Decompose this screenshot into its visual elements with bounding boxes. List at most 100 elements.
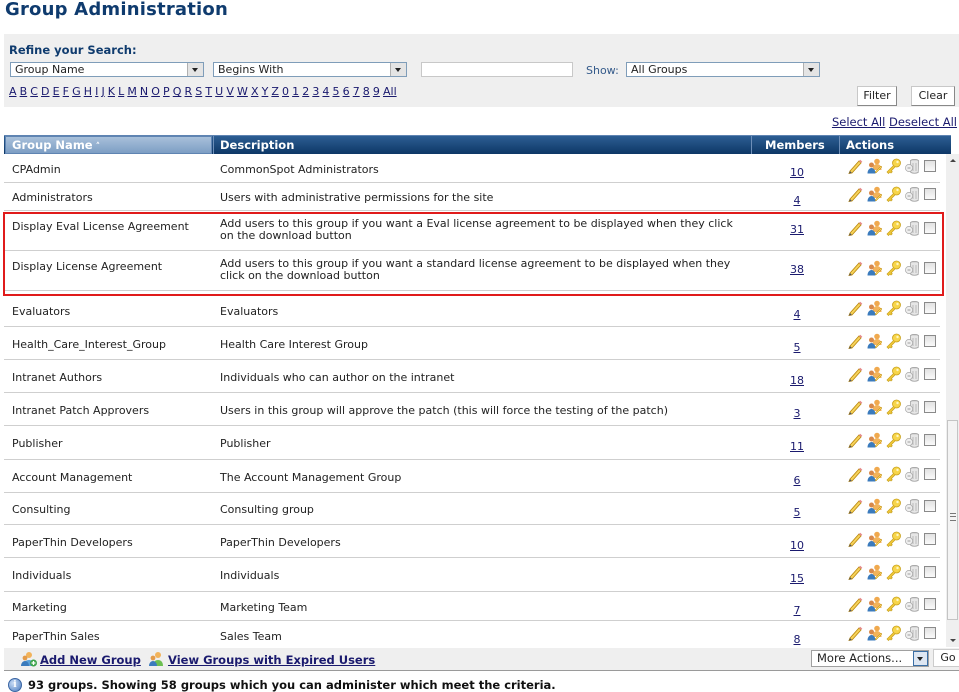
row-checkbox[interactable] <box>924 222 936 234</box>
row-checkbox[interactable] <box>924 368 936 380</box>
row-checkbox[interactable] <box>924 598 936 610</box>
column-header-group-name[interactable]: Group Name ˄ <box>5 136 212 154</box>
alpha-link-s[interactable]: S <box>195 85 202 98</box>
chevron-down-icon[interactable] <box>803 63 819 76</box>
permissions-key-icon[interactable] <box>885 531 902 547</box>
manage-members-icon[interactable] <box>866 158 883 174</box>
edit-pencil-icon[interactable] <box>847 260 864 277</box>
field-select[interactable]: Group Name <box>10 62 204 77</box>
delete-trash-icon[interactable] <box>904 596 921 612</box>
members-link[interactable]: 31 <box>790 223 804 236</box>
alpha-link-n[interactable]: N <box>140 85 148 98</box>
column-header-members[interactable]: Members <box>759 136 839 154</box>
manage-members-icon[interactable] <box>866 399 883 415</box>
manage-members-icon[interactable] <box>866 220 883 236</box>
column-header-description[interactable]: Description <box>214 136 751 154</box>
row-checkbox[interactable] <box>924 302 936 314</box>
delete-trash-icon[interactable] <box>904 366 921 382</box>
permissions-key-icon[interactable] <box>885 399 902 415</box>
alpha-link-1[interactable]: 1 <box>292 85 299 98</box>
row-checkbox[interactable] <box>924 188 936 200</box>
alpha-link-0[interactable]: 0 <box>282 85 289 98</box>
delete-trash-icon[interactable] <box>904 260 921 276</box>
scroll-up-arrow-icon[interactable] <box>946 154 959 168</box>
row-checkbox[interactable] <box>924 434 936 446</box>
manage-members-icon[interactable] <box>866 498 883 514</box>
delete-trash-icon[interactable] <box>904 466 921 482</box>
show-select[interactable]: All Groups <box>626 62 820 77</box>
permissions-key-icon[interactable] <box>885 366 902 382</box>
alpha-link-v[interactable]: V <box>226 85 234 98</box>
members-link[interactable]: 10 <box>790 166 804 179</box>
alpha-link-m[interactable]: M <box>127 85 137 98</box>
alpha-link-u[interactable]: U <box>215 85 223 98</box>
edit-pencil-icon[interactable] <box>847 625 864 642</box>
members-link[interactable]: 11 <box>790 440 804 453</box>
row-checkbox[interactable] <box>924 401 936 413</box>
alpha-link-p[interactable]: P <box>163 85 170 98</box>
members-link[interactable]: 6 <box>794 474 801 487</box>
alpha-link-g[interactable]: G <box>72 85 81 98</box>
edit-pencil-icon[interactable] <box>847 366 864 383</box>
permissions-key-icon[interactable] <box>885 498 902 514</box>
row-checkbox[interactable] <box>924 468 936 480</box>
row-checkbox[interactable] <box>924 566 936 578</box>
alpha-link-f[interactable]: F <box>63 85 69 98</box>
manage-members-icon[interactable] <box>866 186 883 202</box>
alpha-link-4[interactable]: 4 <box>322 85 329 98</box>
alpha-link-h[interactable]: H <box>84 85 92 98</box>
permissions-key-icon[interactable] <box>885 333 902 349</box>
delete-trash-icon[interactable] <box>904 399 921 415</box>
alpha-link-z[interactable]: Z <box>271 85 279 98</box>
delete-trash-icon[interactable] <box>904 498 921 514</box>
filter-button[interactable]: Filter <box>857 86 897 106</box>
select-all-link[interactable]: Select All <box>832 115 885 129</box>
alpha-link-7[interactable]: 7 <box>353 85 360 98</box>
edit-pencil-icon[interactable] <box>847 186 864 203</box>
match-select[interactable]: Begins With <box>213 62 407 77</box>
alpha-link-l[interactable]: L <box>118 85 124 98</box>
edit-pencil-icon[interactable] <box>847 333 864 350</box>
edit-pencil-icon[interactable] <box>847 531 864 548</box>
manage-members-icon[interactable] <box>866 596 883 612</box>
table-scrollbar[interactable] <box>946 154 959 647</box>
alpha-link-k[interactable]: K <box>108 85 115 98</box>
row-checkbox[interactable] <box>924 533 936 545</box>
alpha-link-w[interactable]: W <box>237 85 248 98</box>
manage-members-icon[interactable] <box>866 432 883 448</box>
delete-trash-icon[interactable] <box>904 186 921 202</box>
members-link[interactable]: 4 <box>794 194 801 207</box>
delete-trash-icon[interactable] <box>904 625 921 641</box>
edit-pencil-icon[interactable] <box>847 466 864 483</box>
members-link[interactable]: 15 <box>790 572 804 585</box>
members-link[interactable]: 4 <box>794 308 801 321</box>
alpha-link-9[interactable]: 9 <box>373 85 380 98</box>
add-new-group-link[interactable]: Add New Group <box>40 653 141 667</box>
permissions-key-icon[interactable] <box>885 158 902 174</box>
chevron-down-icon[interactable] <box>187 63 203 76</box>
chevron-down-icon[interactable] <box>390 63 406 76</box>
alpha-link-a[interactable]: A <box>9 85 17 98</box>
members-link[interactable]: 3 <box>794 407 801 420</box>
row-checkbox[interactable] <box>924 335 936 347</box>
permissions-key-icon[interactable] <box>885 466 902 482</box>
view-expired-users-link[interactable]: View Groups with Expired Users <box>168 653 375 667</box>
chevron-down-icon[interactable] <box>913 651 928 666</box>
alpha-link-b[interactable]: B <box>20 85 28 98</box>
edit-pencil-icon[interactable] <box>847 432 864 449</box>
delete-trash-icon[interactable] <box>904 531 921 547</box>
alpha-link-all[interactable]: All <box>383 85 397 98</box>
permissions-key-icon[interactable] <box>885 432 902 448</box>
row-checkbox[interactable] <box>924 500 936 512</box>
more-actions-select[interactable]: More Actions... <box>811 650 929 667</box>
alpha-link-8[interactable]: 8 <box>363 85 370 98</box>
alpha-link-t[interactable]: T <box>205 85 212 98</box>
edit-pencil-icon[interactable] <box>847 399 864 416</box>
alpha-link-5[interactable]: 5 <box>333 85 340 98</box>
delete-trash-icon[interactable] <box>904 564 921 580</box>
deselect-all-link[interactable]: Deselect All <box>889 115 957 129</box>
alpha-link-j[interactable]: J <box>101 85 104 98</box>
delete-trash-icon[interactable] <box>904 300 921 316</box>
permissions-key-icon[interactable] <box>885 260 902 276</box>
members-link[interactable]: 7 <box>794 604 801 617</box>
